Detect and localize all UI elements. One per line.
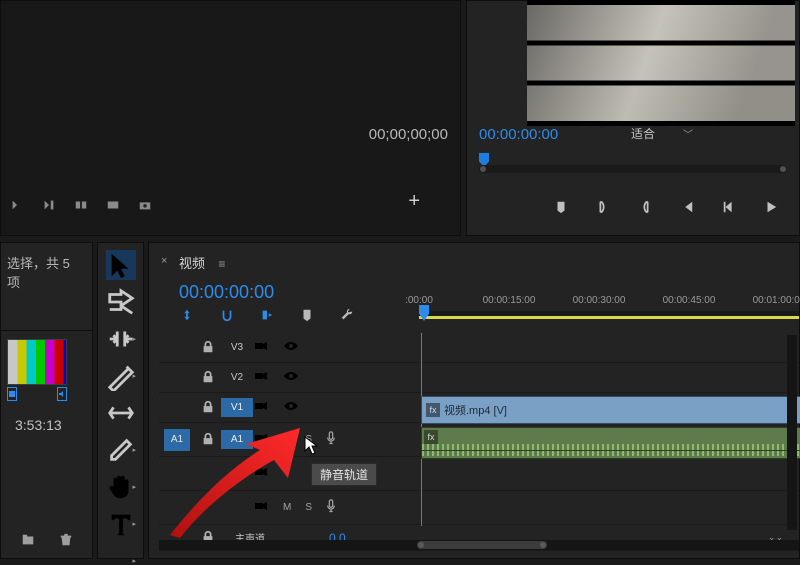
solo-toggle[interactable]: S (305, 502, 312, 513)
clip-thumbnail[interactable] (7, 339, 67, 403)
type-tool[interactable]: ▸ (106, 509, 136, 539)
mark-out-icon[interactable] (637, 199, 653, 215)
step-back-icon[interactable] (721, 199, 737, 215)
program-scrubber[interactable] (479, 153, 787, 173)
chevron-down-icon: ﹀ (683, 126, 693, 141)
audio-clip[interactable]: fx (421, 427, 800, 459)
track-output-icon[interactable] (253, 464, 269, 483)
ruler-tick: 00:01:00:00 (753, 295, 800, 306)
ruler-tick: 00:00:30:00 (573, 295, 626, 306)
proxy-badge-icon (7, 387, 17, 401)
source-monitor-panel: 00;00;00;00 + (0, 0, 461, 236)
program-scrollbar[interactable] (479, 165, 787, 173)
project-selection-text: 选择，共 5 项 (1, 243, 92, 331)
selection-tool[interactable] (106, 250, 136, 280)
lock-icon[interactable] (200, 431, 216, 447)
source-patch-a1[interactable]: A1 (164, 429, 190, 451)
add-marker-icon[interactable] (553, 199, 569, 215)
program-transport-bar (467, 199, 799, 215)
track-label[interactable]: V2 (221, 372, 253, 383)
timeline-tracks: V3 V2 V1 A1 (159, 333, 799, 526)
razor-tool[interactable] (106, 361, 136, 391)
mark-out-icon[interactable] (41, 197, 57, 213)
timeline-panel: × 视频 ≡ 00:00:00:00 :00:00 00:00:15:00 00… (148, 242, 800, 559)
work-area-bar[interactable] (419, 316, 799, 319)
tools-panel: ▸ ▸ ▸ ▸ ▸ ▸ (97, 242, 144, 559)
ruler-tick: 00:00:15:00 (483, 295, 536, 306)
mute-toggle[interactable]: M (283, 434, 291, 445)
project-panel: 选择，共 5 项 3:53:13 (0, 242, 93, 559)
timeline-v-scrollbar[interactable] (787, 335, 797, 530)
timeline-ruler[interactable]: :00:00 00:00:15:00 00:00:30:00 00:00:45:… (409, 295, 799, 319)
ripple-edit-tool[interactable]: ▸ (106, 324, 136, 354)
program-timecode[interactable]: 00:00:00:00 (479, 126, 558, 143)
clip-duration: 3:53:13 (15, 417, 92, 433)
track-output-icon[interactable] (253, 338, 269, 357)
track-label[interactable]: A1 (221, 430, 253, 449)
toggle-visibility-icon[interactable] (283, 398, 299, 417)
clip-area[interactable]: fx 视频.mp4 [V] fx (409, 333, 799, 526)
track-output-icon[interactable] (253, 398, 269, 417)
voiceover-icon[interactable] (326, 499, 336, 515)
settings-wrench-icon[interactable] (339, 307, 355, 323)
overwrite-icon[interactable] (105, 197, 121, 213)
go-to-in-icon[interactable] (679, 199, 695, 215)
zoom-fit-label: 适合 (631, 125, 655, 142)
snap-icon[interactable] (219, 307, 235, 323)
ruler-tick: 00:00:45:00 (663, 295, 716, 306)
pen-tool[interactable]: ▸ (106, 435, 136, 465)
track-label[interactable]: V3 (221, 342, 253, 353)
program-preview-image (527, 0, 795, 126)
mark-in-icon[interactable] (9, 197, 25, 213)
sequence-name[interactable]: 视频 (179, 256, 205, 271)
source-transport-bar (9, 197, 153, 213)
ruler-tick: :00:00 (405, 295, 433, 306)
new-bin-icon[interactable] (20, 532, 36, 548)
video-clip[interactable]: fx 视频.mp4 [V] (421, 396, 800, 424)
lock-icon[interactable] (200, 339, 216, 355)
slip-tool[interactable]: ▸ (106, 398, 136, 428)
linked-selection-icon[interactable] (259, 307, 275, 323)
export-frame-icon[interactable] (137, 197, 153, 213)
lock-icon[interactable] (200, 399, 216, 415)
mouse-cursor-icon (304, 436, 318, 456)
lock-icon[interactable] (200, 369, 216, 385)
track-output-icon[interactable] (253, 498, 269, 517)
zoom-fit-dropdown[interactable]: 适合 ﹀ (631, 125, 693, 142)
panel-menu-icon[interactable]: ≡ (218, 257, 227, 271)
program-monitor-panel: 00:00:00:00 适合 ﹀ (466, 0, 800, 236)
insert-icon[interactable] (73, 197, 89, 213)
fx-badge-icon: fx (426, 403, 440, 417)
fx-badge-icon: fx (424, 430, 438, 444)
add-button-icon[interactable]: + (408, 190, 420, 213)
track-output-icon[interactable] (253, 368, 269, 387)
track-select-tool[interactable]: ▸ (106, 287, 136, 317)
track-label[interactable]: V1 (221, 398, 253, 417)
timeline-h-scrollbar[interactable] (159, 540, 799, 550)
insert-mode-icon[interactable] (179, 307, 195, 323)
mute-toggle[interactable]: M (283, 502, 291, 513)
play-icon[interactable] (763, 199, 779, 215)
color-bars-icon (7, 339, 67, 385)
marker-icon[interactable] (299, 307, 315, 323)
waveform (422, 444, 800, 456)
toggle-visibility-icon[interactable] (283, 338, 299, 357)
close-tab-icon[interactable]: × (161, 255, 167, 267)
track-output-icon[interactable] (253, 430, 269, 449)
clip-label: 视频.mp4 [V] (444, 402, 507, 418)
trash-icon[interactable] (58, 532, 74, 548)
toggle-visibility-icon[interactable] (283, 368, 299, 387)
voiceover-icon[interactable] (326, 431, 336, 447)
audio-badge-icon (57, 387, 67, 401)
mark-in-icon[interactable] (595, 199, 611, 215)
source-timecode[interactable]: 00;00;00;00 (369, 126, 448, 143)
hand-tool[interactable]: ▸ (106, 472, 136, 502)
ruler-labels: :00:00 00:00:15:00 00:00:30:00 00:00:45:… (409, 295, 799, 309)
tooltip: 静音轨道 (311, 463, 377, 486)
